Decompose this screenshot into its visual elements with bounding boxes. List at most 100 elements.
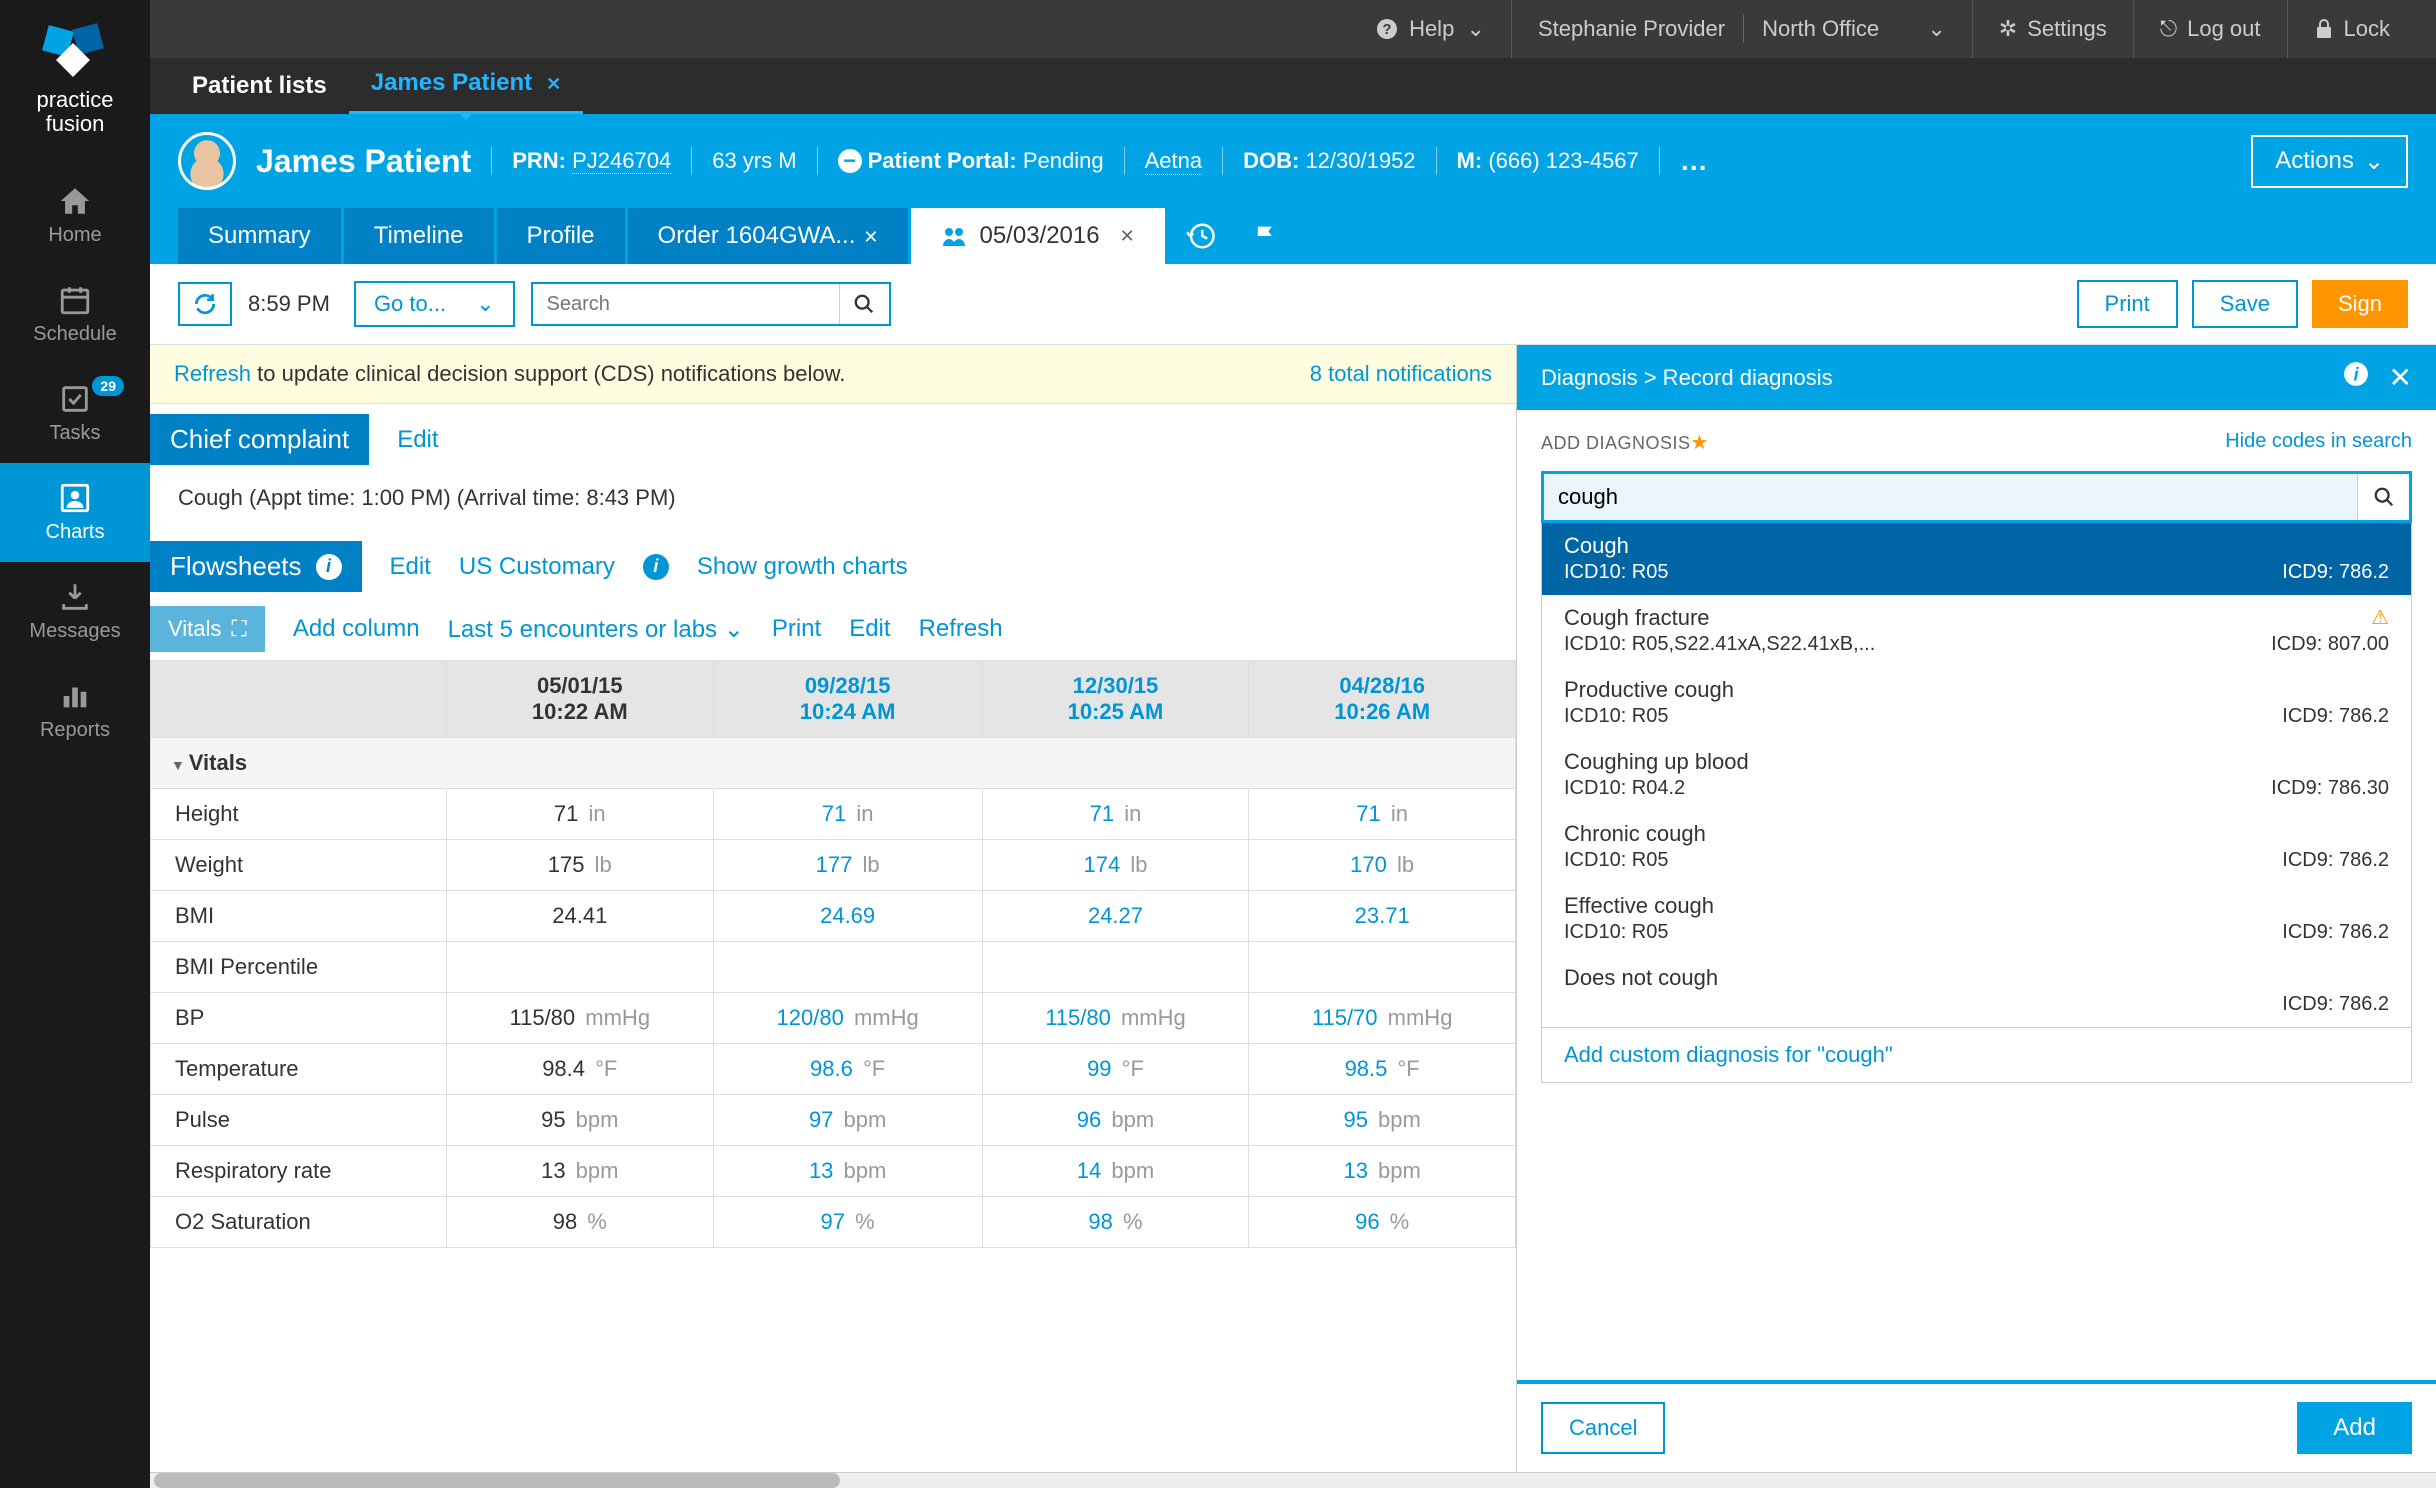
logout-link[interactable]: ⎋ Log out	[2133, 0, 2287, 58]
row-label: Temperature	[151, 1044, 447, 1095]
flag-icon[interactable]	[1234, 211, 1298, 261]
vitals-cell: 71 in	[1249, 789, 1516, 840]
chevron-down-icon: ⌄	[1467, 16, 1485, 42]
cds-notice: Refresh to update clinical decision supp…	[150, 345, 1516, 404]
settings-link[interactable]: ✲ Settings	[1972, 0, 2133, 58]
result-row[interactable]: Cough fracture⚠ ICD10: R05,S22.41xA,S22.…	[1542, 595, 2411, 667]
search-icon[interactable]	[839, 284, 889, 324]
subtab-profile[interactable]: Profile	[497, 208, 625, 264]
location-name: North Office	[1762, 16, 1879, 42]
flowsheets-header: Flowsheets i	[150, 541, 362, 592]
nav-schedule[interactable]: Schedule	[0, 265, 150, 364]
gear-icon: ✲	[1999, 16, 2017, 42]
close-icon[interactable]: ✕	[2389, 361, 2412, 394]
hide-codes-link[interactable]: Hide codes in search	[2225, 430, 2412, 453]
tab-patient[interactable]: James Patient✕	[349, 55, 584, 114]
search-input[interactable]	[533, 293, 839, 316]
subtab-order[interactable]: Order 1604GWA...✕	[628, 208, 909, 264]
close-icon[interactable]: ✕	[1120, 226, 1135, 247]
result-row[interactable]: Cough ICD10: R05ICD9: 786.2	[1542, 523, 2411, 595]
result-row[interactable]: Does not cough ICD9: 786.2	[1542, 955, 2411, 1027]
people-icon	[941, 226, 967, 246]
patient-insurance[interactable]: Aetna	[1145, 148, 1203, 175]
vitals-cell: 23.71	[1249, 891, 1516, 942]
help-icon: ?	[1375, 17, 1399, 41]
result-row[interactable]: Chronic cough ICD10: R05ICD9: 786.2	[1542, 811, 2411, 883]
panel-breadcrumb: Diagnosis > Record diagnosis	[1541, 365, 1833, 391]
add-column[interactable]: Add column	[293, 615, 420, 643]
vitals-cell: 120/80 mmHg	[713, 993, 982, 1044]
encounter-time: 8:59 PM	[248, 291, 330, 317]
result-row[interactable]: Coughing up blood ICD10: R04.2ICD9: 786.…	[1542, 739, 2411, 811]
print-button[interactable]: Print	[2077, 280, 2178, 328]
vitals-print[interactable]: Print	[772, 615, 821, 643]
vitals-refresh[interactable]: Refresh	[919, 615, 1003, 643]
row-label: Respiratory rate	[151, 1146, 447, 1197]
notifications-link[interactable]: 8 total notifications	[1310, 361, 1492, 387]
subtab-summary[interactable]: Summary	[178, 208, 341, 264]
patient-name: James Patient	[256, 143, 471, 180]
vitals-col-header[interactable]: 12/30/1510:25 AM	[982, 661, 1249, 738]
info-icon[interactable]: i	[316, 554, 342, 580]
panel-header: Diagnosis > Record diagnosis i ✕	[1517, 345, 2436, 410]
goto-dropdown[interactable]: Go to...⌄	[354, 281, 515, 327]
provider-location[interactable]: Stephanie Provider North Office ⌄	[1511, 0, 1972, 58]
vitals-cell: 174 lb	[982, 840, 1249, 891]
nav-charts[interactable]: Charts	[0, 463, 150, 562]
nav-messages[interactable]: Messages	[0, 562, 150, 661]
actions-button[interactable]: Actions⌄	[2251, 135, 2408, 188]
subtab-timeline[interactable]: Timeline	[344, 208, 494, 264]
vitals-tab[interactable]: Vitals ⛶	[150, 606, 265, 652]
table-row: BMI Percentile	[151, 942, 1516, 993]
horizontal-scrollbar[interactable]	[150, 1472, 2436, 1488]
refresh-link[interactable]: Refresh	[174, 361, 251, 386]
patient-dob: DOB: 12/30/1952	[1243, 148, 1415, 174]
svg-text:?: ?	[1382, 21, 1391, 38]
sign-button[interactable]: Sign	[2312, 280, 2408, 328]
person-icon	[8, 481, 142, 515]
more-icon[interactable]: …	[1680, 145, 1708, 177]
info-icon[interactable]: i	[643, 554, 669, 580]
close-icon[interactable]: ✕	[546, 74, 561, 94]
nav-tasks[interactable]: 29 Tasks	[0, 364, 150, 463]
nav-home[interactable]: Home	[0, 166, 150, 265]
history-icon[interactable]	[1168, 211, 1234, 261]
close-icon[interactable]: ✕	[863, 227, 878, 247]
save-button[interactable]: Save	[2192, 280, 2298, 328]
lock-link[interactable]: Lock	[2287, 0, 2416, 58]
refresh-button[interactable]	[178, 282, 232, 326]
result-row[interactable]: Productive cough ICD10: R05ICD9: 786.2	[1542, 667, 2411, 739]
vitals-edit[interactable]: Edit	[849, 615, 890, 643]
table-row: Temperature98.4 °F98.6 °F99 °F98.5 °F	[151, 1044, 1516, 1095]
info-icon[interactable]: i	[2343, 361, 2369, 394]
result-row[interactable]: Effective cough ICD10: R05ICD9: 786.2	[1542, 883, 2411, 955]
add-button[interactable]: Add	[2297, 1402, 2412, 1454]
row-label: BMI Percentile	[151, 942, 447, 993]
search-icon[interactable]	[2357, 474, 2409, 520]
last5-dropdown[interactable]: Last 5 encounters or labs ⌄	[448, 615, 744, 644]
subtab-encounter[interactable]: 05/03/2016 ✕	[911, 208, 1164, 264]
chief-edit[interactable]: Edit	[397, 426, 438, 454]
flowsheets-edit[interactable]: Edit	[390, 553, 431, 581]
add-custom-diagnosis[interactable]: Add custom diagnosis for "cough"	[1542, 1027, 2411, 1082]
nav-reports[interactable]: Reports	[0, 661, 150, 760]
vitals-cell: 95 bpm	[1249, 1095, 1516, 1146]
tab-patient-lists[interactable]: Patient lists	[170, 58, 349, 114]
cancel-button[interactable]: Cancel	[1541, 1402, 1665, 1454]
vitals-cell: 170 lb	[1249, 840, 1516, 891]
diagnosis-search-input[interactable]	[1544, 474, 2357, 520]
download-icon	[8, 580, 142, 614]
minus-circle-icon: −	[838, 149, 862, 173]
vitals-group-row[interactable]: Vitals	[151, 738, 1516, 789]
vitals-col-header[interactable]: 04/28/1610:26 AM	[1249, 661, 1516, 738]
search-results: Cough ICD10: R05ICD9: 786.2 Cough fractu…	[1541, 523, 2412, 1083]
vitals-cell: 99 °F	[982, 1044, 1249, 1095]
flowsheets-us[interactable]: US Customary	[459, 553, 615, 581]
vitals-cell: 96 bpm	[982, 1095, 1249, 1146]
svg-text:i: i	[2353, 364, 2359, 385]
growth-charts-link[interactable]: Show growth charts	[697, 553, 908, 581]
vitals-cell: 71 in	[713, 789, 982, 840]
help-menu[interactable]: ? Help ⌄	[1349, 0, 1511, 58]
vitals-col-header[interactable]: 09/28/1510:24 AM	[713, 661, 982, 738]
vitals-cell: 98 %	[982, 1197, 1249, 1248]
